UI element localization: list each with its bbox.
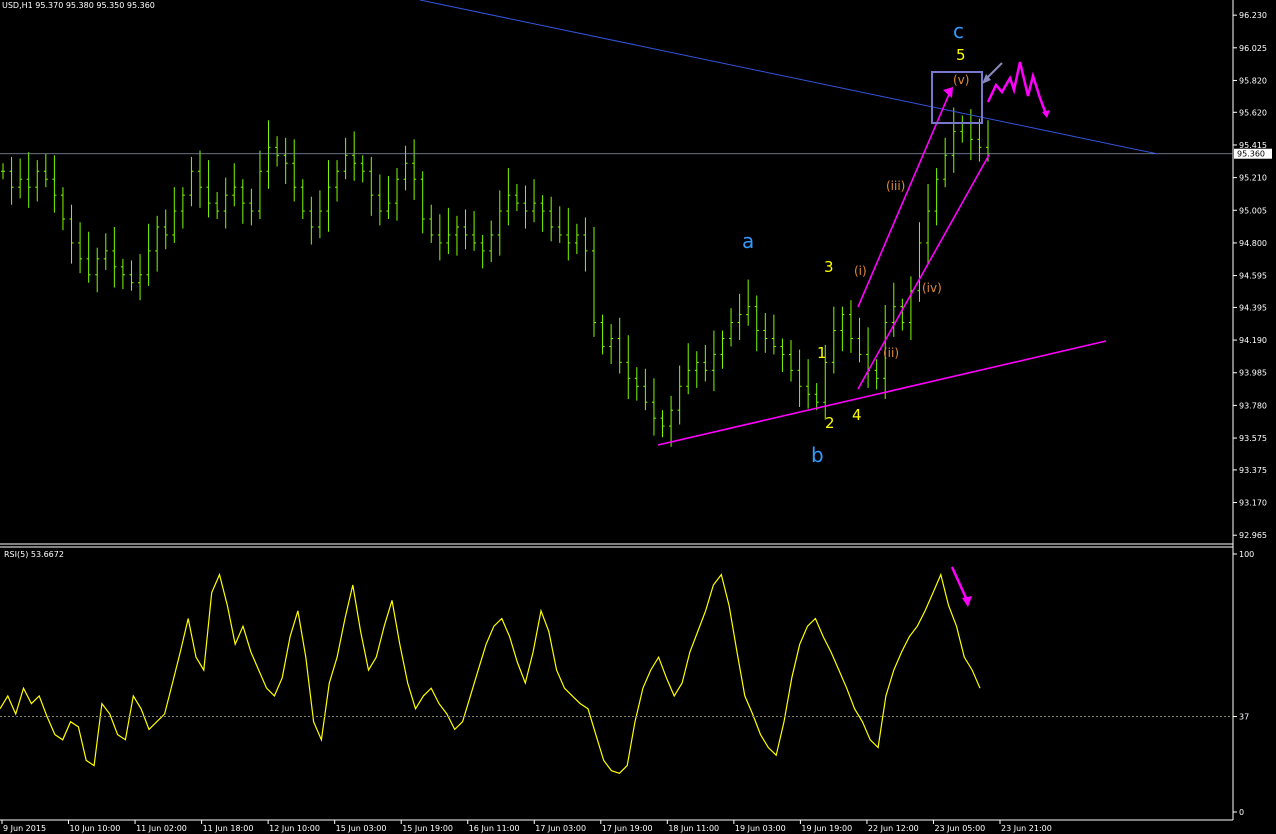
wave-label: b [811,443,824,467]
price-tick-label: 95.620 [1239,108,1267,117]
time-tick-label: 19 Jun 19:00 [801,824,852,833]
wave-label: (ii) [883,346,899,360]
time-tick-label: 17 Jun 03:00 [535,824,586,833]
symbol-header: USD,H1 95.370 95.380 95.350 95.360 [2,1,155,10]
time-tick-label: 18 Jun 11:00 [668,824,719,833]
price-tick-label: 94.395 [1239,303,1267,312]
wave-label: (i) [854,264,867,278]
wave-label: (v) [953,73,969,87]
time-tick-label: 12 Jun 10:00 [269,824,320,833]
time-tick-label: 11 Jun 02:00 [136,824,187,833]
wave-label: (iii) [886,179,905,193]
time-tick-label: 19 Jun 03:00 [735,824,786,833]
wave-label: 4 [852,406,862,424]
ohlc-values: 95.370 95.380 95.350 95.360 [35,1,155,10]
wave-label: (iv) [922,281,942,295]
time-tick-label: 16 Jun 11:00 [469,824,520,833]
time-tick-label: 23 Jun 21:00 [1001,824,1052,833]
wave-label: 2 [825,414,835,432]
rsi-header: RSI(5) 53.6672 [4,550,64,559]
price-tick-label: 94.595 [1239,272,1267,281]
price-tick-label: 95.415 [1239,141,1267,150]
time-tick-label: 9 Jun 2015 [3,824,46,833]
symbol-timeframe: USD,H1 [2,1,33,10]
price-tick-label: 95.820 [1239,76,1267,85]
price-chart[interactable]: 96.230 96.025 95.820 95.620 95.415 95.210 95.0… [0,0,1276,834]
wave-label: c [953,19,964,43]
price-tick-label: 95.210 [1239,174,1267,183]
time-tick-label: 15 Jun 19:00 [402,824,453,833]
time-tick-label: 10 Jun 10:00 [70,824,121,833]
time-tick-label: 15 Jun 03:00 [336,824,387,833]
rsi-tick-label: 37 [1239,713,1249,722]
price-tick-label: 93.575 [1239,434,1267,443]
price-tick-label: 93.375 [1239,466,1267,475]
wave-label: 1 [817,344,827,362]
time-tick-label: 23 Jun 05:00 [934,824,985,833]
time-tick-label: 11 Jun 18:00 [203,824,254,833]
price-tick-label: 94.190 [1239,336,1267,345]
current-price-label: 95.360 [1237,150,1265,159]
price-tick-label: 95.005 [1239,206,1267,215]
price-tick-label: 93.780 [1239,401,1267,410]
price-tick-label: 96.230 [1239,11,1267,20]
price-tick-label: 93.170 [1239,499,1267,508]
price-tick-label: 96.025 [1239,44,1267,53]
time-tick-label: 22 Jun 12:00 [868,824,919,833]
rsi-label: RSI(5) 53.6672 [4,550,64,559]
wave-label: a [742,229,754,253]
rsi-tick-label: 0 [1239,808,1244,817]
wave-label: 5 [956,46,966,64]
time-tick-label: 17 Jun 19:00 [602,824,653,833]
wave-label: 3 [824,258,834,276]
price-tick-label: 93.985 [1239,369,1267,378]
price-tick-label: 92.965 [1239,531,1267,540]
rsi-tick-label: 100 [1239,550,1254,559]
price-tick-label: 94.800 [1239,239,1267,248]
